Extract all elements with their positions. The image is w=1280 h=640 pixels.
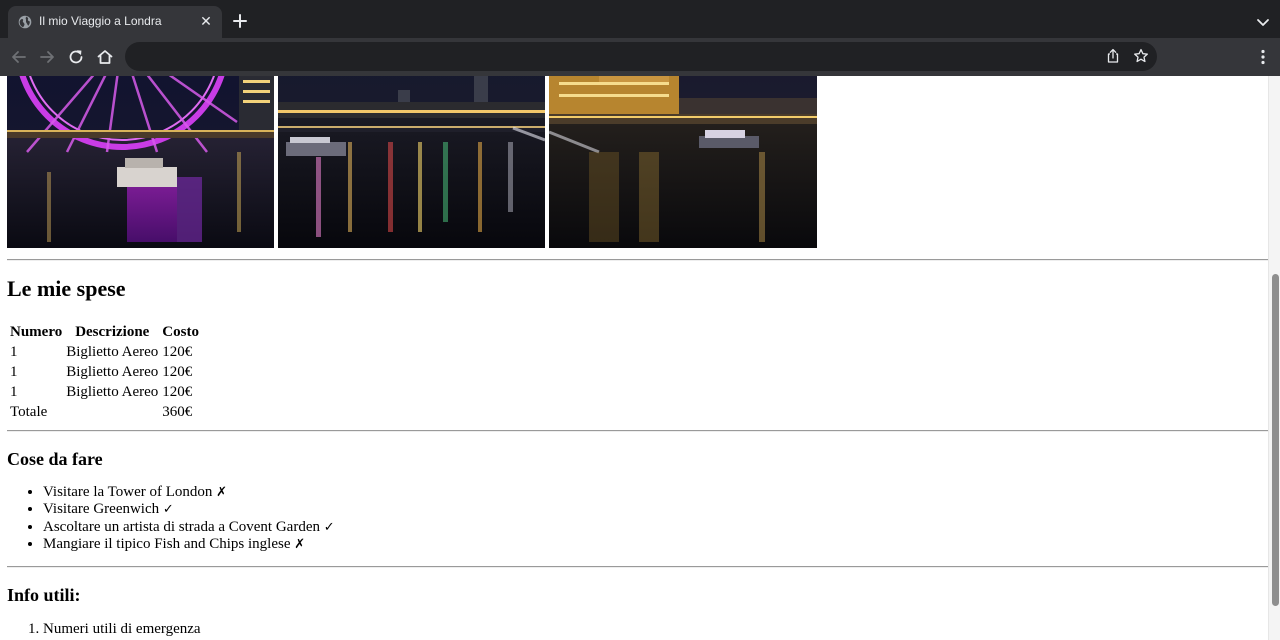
cell-costo: 120€ — [162, 344, 193, 360]
info-heading: Info utili: — [7, 585, 81, 605]
london-eye-night-photo — [7, 76, 274, 248]
forward-arrow-icon[interactable] — [37, 47, 57, 67]
expenses-table: Numero Descrizione Costo 1 Biglietto Aer… — [7, 321, 202, 423]
cross-mark-icon: ✗ — [294, 536, 306, 552]
cell-numero: 1 — [10, 364, 18, 380]
check-mark-icon: ✓ — [323, 519, 335, 535]
divider — [7, 430, 1268, 432]
cell-numero: 1 — [10, 344, 18, 360]
reload-icon[interactable] — [66, 47, 86, 67]
todo-item-text: Ascoltare un artista di strada a Covent … — [43, 518, 320, 535]
todo-item-text: Visitare la Tower of London — [43, 484, 213, 500]
star-icon[interactable] — [1133, 48, 1149, 64]
check-mark-icon: ✓ — [162, 502, 174, 518]
tab-title: Il mio Viaggio a Londra — [39, 14, 162, 28]
column-header-descrizione: Descrizione — [75, 324, 150, 340]
table-row: 1 Biglietto Aereo 120€ — [9, 383, 200, 401]
scrollbar-thumb[interactable] — [1272, 274, 1279, 606]
home-icon[interactable] — [95, 47, 115, 67]
address-bar[interactable] — [125, 42, 1157, 71]
cell-descrizione: Biglietto Aereo — [66, 364, 159, 380]
divider — [7, 566, 1268, 568]
cell-descrizione: Biglietto Aereo — [66, 384, 159, 400]
cross-mark-icon: ✗ — [216, 485, 228, 500]
divider — [7, 259, 1268, 261]
table-total-row: Totale 360€ — [9, 403, 200, 421]
todo-item-text: Mangiare il tipico Fish and Chips ingles… — [43, 535, 291, 552]
thames-bridge-night-photo — [278, 76, 545, 248]
back-arrow-icon[interactable] — [9, 47, 29, 67]
browser-tab[interactable]: Il mio Viaggio a Londra ✕ — [8, 6, 222, 38]
plus-icon[interactable] — [230, 11, 250, 31]
list-item: Mangiare il tipico Fish and Chips ingles… — [43, 536, 335, 553]
cell-costo: 120€ — [162, 364, 193, 380]
cell-costo: 120€ — [162, 384, 193, 400]
column-header-costo: Costo — [162, 324, 199, 340]
close-icon[interactable]: ✕ — [198, 14, 214, 30]
table-row: 1 Biglietto Aereo 120€ — [9, 363, 200, 381]
total-value: 360€ — [162, 404, 193, 420]
page-scrollbar[interactable] — [1268, 76, 1280, 640]
table-row: 1 Biglietto Aereo 120€ — [9, 343, 200, 361]
cell-descrizione: Biglietto Aereo — [66, 344, 159, 360]
todo-list: Visitare la Tower of London ✗ Visitare G… — [7, 484, 335, 553]
photo-gallery — [7, 76, 817, 248]
share-icon[interactable] — [1105, 48, 1121, 64]
column-header-numero: Numero — [10, 324, 63, 340]
total-empty-cell — [65, 403, 159, 421]
cell-numero: 1 — [10, 384, 18, 400]
expenses-heading: Le mie spese — [7, 276, 126, 301]
globe-icon — [18, 15, 32, 29]
page-viewport: Le mie spese Numero Descrizione Costo 1 … — [0, 76, 1268, 640]
westminster-night-photo — [549, 76, 817, 248]
list-item: Numeri utili di emergenza — [43, 621, 201, 638]
list-item: Visitare la Tower of London ✗ — [43, 484, 335, 501]
todo-item-text: Visitare Greenwich — [43, 501, 160, 518]
browser-toolbar — [0, 38, 1280, 77]
info-list: Numeri utili di emergenza — [7, 621, 201, 638]
total-label: Totale — [10, 404, 48, 420]
chevron-down-icon[interactable] — [1254, 13, 1272, 31]
table-header-row: Numero Descrizione Costo — [9, 323, 200, 341]
todo-heading: Cose da fare — [7, 449, 103, 469]
browser-tab-strip: Il mio Viaggio a Londra ✕ — [0, 0, 1280, 38]
kebab-menu-icon[interactable] — [1254, 47, 1272, 67]
list-item: Ascoltare un artista di strada a Covent … — [43, 519, 335, 536]
list-item: Visitare Greenwich ✓ — [43, 501, 335, 518]
